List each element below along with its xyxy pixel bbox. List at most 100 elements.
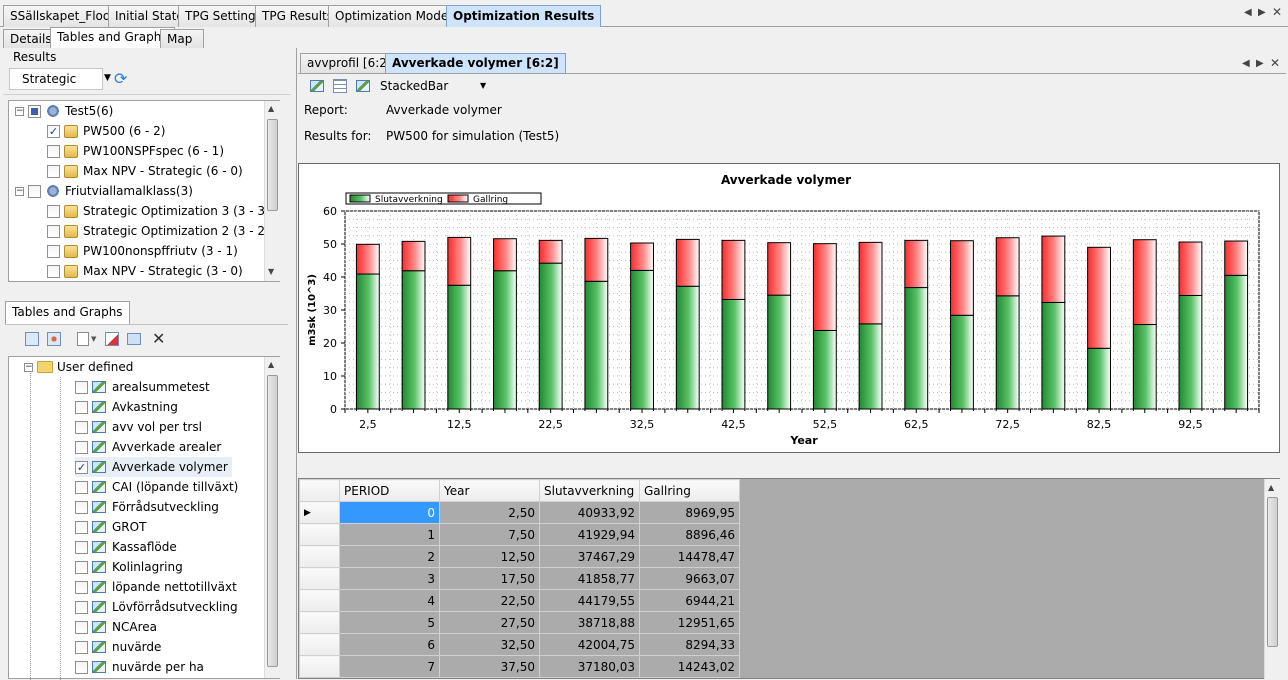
table-row[interactable]: 6 32,50 42004,75 8294,33	[299, 633, 740, 656]
table-cell[interactable]: 44179,55	[539, 589, 640, 612]
table-view-icon[interactable]	[333, 79, 347, 93]
checkbox[interactable]	[47, 204, 60, 218]
table-cell[interactable]: 42004,75	[539, 633, 640, 656]
row-header[interactable]	[299, 567, 340, 590]
table-cell[interactable]: 2,50	[439, 501, 540, 524]
results-tree-item[interactable]: Strategic Optimization 2 (3 - 2)	[47, 221, 270, 241]
table-cell[interactable]: 37467,29	[539, 545, 640, 568]
results-tree-item[interactable]: − Test5(6)	[15, 101, 113, 121]
table-cell[interactable]: 3	[339, 567, 440, 590]
table-cell[interactable]: 6	[339, 633, 440, 656]
checkbox[interactable]	[75, 480, 88, 494]
tab-map[interactable]: Map	[160, 29, 204, 49]
table-cell[interactable]: 7,50	[439, 523, 540, 546]
collapse-icon[interactable]: −	[24, 362, 33, 372]
doc-tab-avvprofil[interactable]: avvprofil [6:2]	[300, 53, 399, 73]
table-cell[interactable]: 41858,77	[539, 567, 640, 590]
report-item[interactable]: Kassaflöde	[75, 537, 177, 557]
report-icon[interactable]	[47, 332, 61, 346]
table-cell[interactable]: 22,50	[439, 589, 540, 612]
checkbox[interactable]	[75, 400, 88, 414]
row-header[interactable]	[299, 611, 340, 634]
tables-graphs-tab[interactable]: Tables and Graphs	[5, 301, 130, 324]
report-item[interactable]: avv vol per trsl	[75, 417, 202, 437]
checkbox[interactable]	[47, 224, 60, 238]
table-row[interactable]: 1 7,50 41929,94 8896,46	[299, 523, 740, 546]
report-item[interactable]: Kolinlagring	[75, 557, 183, 577]
checkbox[interactable]: ✓	[47, 124, 60, 138]
table-cell[interactable]: 9663,07	[639, 567, 740, 590]
column-header[interactable]: Slutavverkning	[539, 479, 640, 502]
view-icon[interactable]	[25, 332, 39, 346]
report-item[interactable]: CAI (löpande tillväxt)	[75, 477, 238, 497]
refresh-icon[interactable]: ⟳	[114, 69, 127, 88]
scroll-left-icon[interactable]: ◀	[1242, 58, 1250, 69]
table-row[interactable]: 2 12,50 37467,29 14478,47	[299, 545, 740, 568]
checkbox[interactable]	[75, 640, 88, 654]
checkbox[interactable]	[47, 244, 60, 258]
column-header[interactable]: Year	[439, 479, 540, 502]
table-cell[interactable]: 6944,21	[639, 589, 740, 612]
report-item[interactable]: Förrådsutveckling	[75, 497, 219, 517]
report-item[interactable]: Avkastning	[75, 397, 178, 417]
checkbox[interactable]	[75, 580, 88, 594]
checkbox[interactable]	[75, 420, 88, 434]
report-item[interactable]: Avverkade arealer	[75, 437, 221, 457]
tables-graphs-scrollbar[interactable]: ▲	[264, 357, 280, 678]
checkbox[interactable]	[75, 540, 88, 554]
results-tree-item[interactable]: PW100nonspffriutv (3 - 1)	[47, 241, 238, 261]
table-row[interactable]: 4 22,50 44179,55 6944,21	[299, 589, 740, 612]
report-item[interactable]: löpande nettotillväxt	[75, 577, 237, 597]
results-tree-item[interactable]: PW100NSPFspec (6 - 1)	[47, 141, 224, 161]
checkbox[interactable]	[75, 520, 88, 534]
checkbox[interactable]	[47, 164, 60, 178]
table-cell[interactable]: 27,50	[439, 611, 540, 634]
column-header[interactable]: PERIOD	[339, 479, 440, 502]
table-cell[interactable]: 12951,65	[639, 611, 740, 634]
scroll-right-icon[interactable]: ▶	[1258, 7, 1266, 18]
table-cell[interactable]: 38718,88	[539, 611, 640, 634]
row-header[interactable]	[299, 523, 340, 546]
scroll-left-icon[interactable]: ◀	[1244, 7, 1252, 18]
collapse-icon[interactable]: −	[15, 106, 24, 116]
column-header[interactable]: Gallring	[639, 479, 740, 502]
row-header[interactable]: ▶	[299, 501, 340, 524]
table-cell[interactable]: 32,50	[439, 633, 540, 656]
table-cell[interactable]: 2	[339, 545, 440, 568]
table-cell[interactable]: 8896,46	[639, 523, 740, 546]
checkbox[interactable]	[47, 264, 60, 278]
results-tree-item[interactable]: Max NPV - Strategic (3 - 0)	[47, 261, 243, 281]
table-cell[interactable]: 8294,33	[639, 633, 740, 656]
collapse-icon[interactable]: −	[15, 186, 24, 196]
mode-select[interactable]: Strategic ▼	[9, 68, 111, 90]
row-header[interactable]	[299, 545, 340, 568]
checkbox[interactable]	[75, 620, 88, 634]
report-item[interactable]: ✓ Avverkade volymer	[75, 457, 232, 477]
report-item[interactable]: arealsummetest	[75, 377, 210, 397]
results-tree-item[interactable]: − Friutviallamalklass(3)	[15, 181, 193, 201]
grid-scrollbar[interactable]: ▲	[1264, 479, 1280, 679]
table-cell[interactable]: 14478,47	[639, 545, 740, 568]
checkbox[interactable]	[28, 184, 41, 198]
doc-tab-avverkade-volymer[interactable]: Avverkade volymer [6:2]	[385, 53, 566, 73]
checkbox[interactable]	[28, 104, 41, 118]
table-cell[interactable]: 37,50	[439, 655, 540, 678]
report-item[interactable]: nuvärde per ha	[75, 657, 204, 677]
report-item[interactable]: Lövförrådsutveckling	[75, 597, 238, 617]
tab-tables-and-graphs[interactable]: Tables and Graphs	[50, 27, 175, 49]
results-tree-item[interactable]: Strategic Optimization 3 (3 - 3)	[47, 201, 270, 221]
table-cell[interactable]: 41929,94	[539, 523, 640, 546]
checkbox[interactable]	[75, 600, 88, 614]
table-row[interactable]: ▶ 0 2,50 40933,92 8969,95	[299, 501, 740, 524]
table-cell[interactable]: 40933,92	[539, 501, 640, 524]
report-item[interactable]: GROT	[75, 517, 146, 537]
tab-project[interactable]: SSällskapet_Floda	[3, 5, 125, 27]
table-cell[interactable]: 12,50	[439, 545, 540, 568]
delete-icon[interactable]: ✕	[152, 329, 165, 348]
tree-folder-user-defined[interactable]: − User defined	[24, 357, 133, 377]
checkbox[interactable]	[47, 144, 60, 158]
results-tree-scrollbar[interactable]: ▲ ▼	[264, 101, 280, 281]
checkbox[interactable]	[75, 440, 88, 454]
table-cell[interactable]: 5	[339, 611, 440, 634]
new-icon[interactable]	[77, 332, 89, 346]
